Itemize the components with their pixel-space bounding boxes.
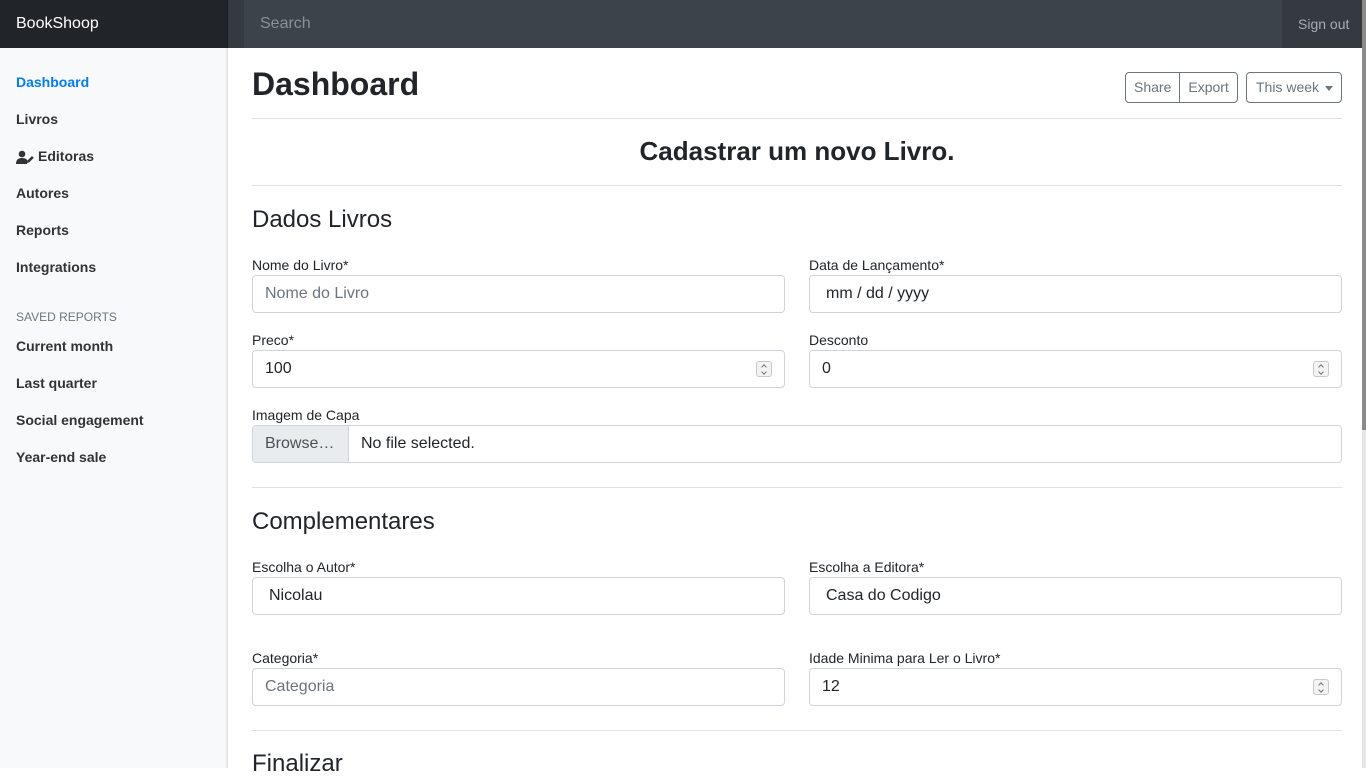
idade-minima-value: 12 (822, 678, 840, 695)
section-title-dados-livros: Dados Livros (252, 206, 393, 233)
saved-report-current-month[interactable]: Current month (16, 336, 113, 356)
period-dropdown-label: This week (1256, 79, 1320, 95)
autor-select[interactable]: Nicolau (252, 577, 785, 615)
sidebar: Dashboard Livros Editoras Autores Report… (0, 48, 228, 768)
imagem-capa-label: Imagem de Capa (252, 407, 360, 423)
section-title-complementares: Complementares (252, 508, 435, 535)
user-edit-icon (16, 149, 34, 164)
search-input[interactable]: Search (244, 0, 1282, 48)
top-navbar: BookShoop Search Sign out (0, 0, 1366, 48)
sidebar-item-autores[interactable]: Autores (16, 183, 69, 203)
number-spinner-icon[interactable] (756, 361, 772, 377)
editora-select[interactable]: Casa do Codigo (809, 577, 1342, 615)
caret-down-icon (1325, 86, 1333, 91)
sidebar-item-dashboard[interactable]: Dashboard (16, 72, 89, 92)
page-scrollbar[interactable] (1362, 0, 1366, 768)
share-button[interactable]: Share (1126, 73, 1179, 102)
desconto-input[interactable]: 0 (809, 350, 1342, 388)
brand-logo[interactable]: BookShoop (0, 0, 228, 48)
data-lancamento-label: Data de Lançamento* (809, 257, 945, 273)
saved-reports-heading: SAVED REPORTS (16, 310, 117, 324)
scrollbar-thumb[interactable] (1362, 0, 1366, 430)
preco-value: 100 (265, 360, 292, 377)
period-dropdown[interactable]: This week (1246, 72, 1342, 103)
desconto-label: Desconto (809, 332, 869, 348)
sidebar-item-editoras[interactable]: Editoras (16, 146, 94, 166)
saved-report-year-end-sale[interactable]: Year-end sale (16, 447, 106, 467)
browse-button[interactable]: Browse… (253, 426, 349, 462)
imagem-capa-file-input[interactable]: Browse… No file selected. (252, 425, 1342, 463)
divider (252, 118, 1342, 119)
sidebar-item-livros[interactable]: Livros (16, 109, 58, 129)
number-spinner-icon[interactable] (1313, 361, 1329, 377)
file-status-text: No file selected. (361, 435, 475, 452)
categoria-input[interactable]: Categoria (252, 668, 785, 706)
preco-input[interactable]: 100 (252, 350, 785, 388)
autor-label: Escolha o Autor* (252, 559, 356, 575)
section-title-finalizar: Finalizar (252, 750, 343, 777)
divider (252, 487, 1342, 488)
idade-minima-label: Idade Minima para Ler o Livro* (809, 650, 1001, 666)
editora-label: Escolha a Editora* (809, 559, 925, 575)
number-spinner-icon[interactable] (1313, 679, 1329, 695)
share-export-group: Share Export (1125, 72, 1238, 103)
divider (252, 730, 1342, 731)
data-lancamento-input[interactable]: mm / dd / yyyy (809, 275, 1342, 313)
sidebar-item-reports[interactable]: Reports (16, 220, 69, 240)
categoria-label: Categoria* (252, 650, 319, 666)
sidebar-item-integrations[interactable]: Integrations (16, 257, 96, 277)
nome-livro-label: Nome do Livro* (252, 257, 349, 273)
saved-report-social-engagement[interactable]: Social engagement (16, 410, 144, 430)
desconto-value: 0 (822, 360, 831, 377)
saved-report-last-quarter[interactable]: Last quarter (16, 373, 97, 393)
sidebar-item-label: Editoras (38, 148, 95, 164)
nome-livro-input[interactable]: Nome do Livro (252, 275, 785, 313)
page-title: Dashboard (252, 66, 420, 102)
sign-out-link[interactable]: Sign out (1282, 0, 1366, 48)
divider (252, 185, 1342, 186)
idade-minima-input[interactable]: 12 (809, 668, 1342, 706)
export-button[interactable]: Export (1179, 73, 1236, 102)
preco-label: Preco* (252, 332, 295, 348)
form-title: Cadastrar um novo Livro. (639, 136, 955, 166)
